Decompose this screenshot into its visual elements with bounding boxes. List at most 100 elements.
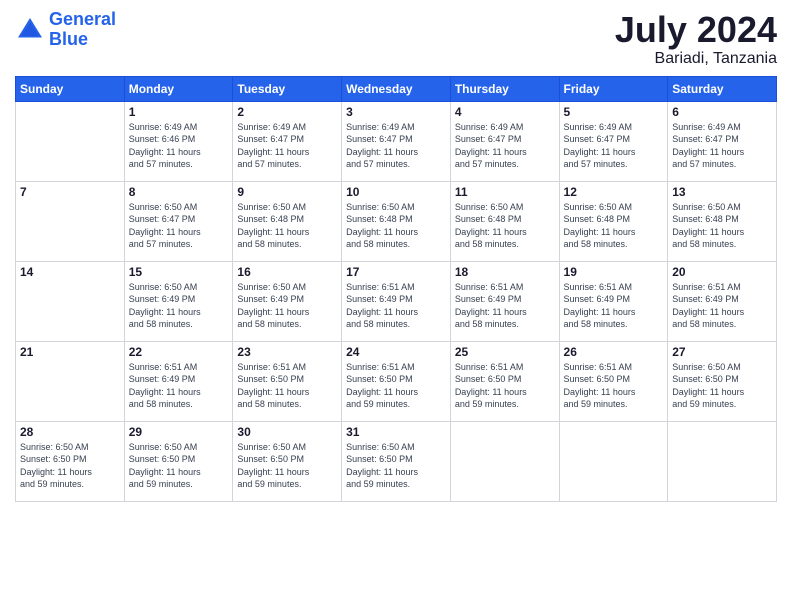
calendar-cell: 9 Sunrise: 6:50 AM Sunset: 6:48 PM Daylig… bbox=[233, 181, 342, 261]
day-number: 29 bbox=[129, 425, 229, 439]
calendar-cell: 1Sunrise: 6:49 AM Sunset: 6:46 PM Daylig… bbox=[124, 101, 233, 181]
calendar-cell bbox=[450, 421, 559, 501]
day-info: Sunrise: 6:51 AM Sunset: 6:49 PM Dayligh… bbox=[346, 281, 446, 331]
logo-text: General Blue bbox=[49, 10, 116, 50]
calendar-cell: 20Sunrise: 6:51 AM Sunset: 6:49 PM Dayli… bbox=[668, 261, 777, 341]
day-info: Sunrise: 6:50 AM Sunset: 6:48 PM Dayligh… bbox=[564, 201, 664, 251]
calendar-cell: 2 Sunrise: 6:49 AM Sunset: 6:47 PM Daylig… bbox=[233, 101, 342, 181]
calendar-cell: 12 Sunrise: 6:50 AM Sunset: 6:48 PM Dayli… bbox=[559, 181, 668, 261]
day-number: 9 bbox=[237, 185, 337, 199]
day-info: Sunrise: 6:50 AM Sunset: 6:48 PM Dayligh… bbox=[237, 201, 337, 251]
logo: General Blue bbox=[15, 10, 116, 50]
calendar-cell: 19 Sunrise: 6:51 AM Sunset: 6:49 PM Dayli… bbox=[559, 261, 668, 341]
day-info: Sunrise: 6:50 AM Sunset: 6:50 PM Dayligh… bbox=[20, 441, 120, 491]
calendar-cell: 14 bbox=[16, 261, 125, 341]
day-info: Sunrise: 6:50 AM Sunset: 6:50 PM Dayligh… bbox=[346, 441, 446, 491]
calendar-cell: 29 Sunrise: 6:50 AM Sunset: 6:50 PM Dayli… bbox=[124, 421, 233, 501]
day-number: 10 bbox=[346, 185, 446, 199]
day-info: Sunrise: 6:51 AM Sunset: 6:49 PM Dayligh… bbox=[455, 281, 555, 331]
day-info: Sunrise: 6:51 AM Sunset: 6:50 PM Dayligh… bbox=[346, 361, 446, 411]
calendar-cell: 5 Sunrise: 6:49 AM Sunset: 6:47 PM Daylig… bbox=[559, 101, 668, 181]
day-number: 5 bbox=[564, 105, 664, 119]
day-number: 16 bbox=[237, 265, 337, 279]
calendar-week-row-3: 14 15 Sunrise: 6:50 AM Sunset: 6:49 PM Day… bbox=[16, 261, 777, 341]
day-info: Sunrise: 6:49 AM Sunset: 6:47 PM Dayligh… bbox=[237, 121, 337, 171]
calendar-cell: 28 Sunrise: 6:50 AM Sunset: 6:50 PM Dayli… bbox=[16, 421, 125, 501]
calendar-cell: 27 Sunrise: 6:50 AM Sunset: 6:50 PM Dayli… bbox=[668, 341, 777, 421]
col-monday: Monday bbox=[124, 76, 233, 101]
title-block: July 2024 Bariadi, Tanzania bbox=[615, 10, 777, 68]
calendar-cell bbox=[16, 101, 125, 181]
calendar-cell: 30 Sunrise: 6:50 AM Sunset: 6:50 PM Dayli… bbox=[233, 421, 342, 501]
logo-icon bbox=[15, 15, 45, 45]
calendar-cell: 31 Sunrise: 6:50 AM Sunset: 6:50 PM Dayli… bbox=[342, 421, 451, 501]
day-number: 28 bbox=[20, 425, 120, 439]
day-number: 18 bbox=[455, 265, 555, 279]
calendar-week-row-5: 28 Sunrise: 6:50 AM Sunset: 6:50 PM Dayli… bbox=[16, 421, 777, 501]
day-number: 15 bbox=[129, 265, 229, 279]
logo-line1: General bbox=[49, 9, 116, 29]
day-number: 31 bbox=[346, 425, 446, 439]
calendar-week-row-4: 21 22 Sunrise: 6:51 AM Sunset: 6:49 PM Day… bbox=[16, 341, 777, 421]
day-number: 6 bbox=[672, 105, 772, 119]
day-number: 30 bbox=[237, 425, 337, 439]
col-sunday: Sunday bbox=[16, 76, 125, 101]
calendar-cell: 6 Sunrise: 6:49 AM Sunset: 6:47 PM Daylig… bbox=[668, 101, 777, 181]
day-info: Sunrise: 6:50 AM Sunset: 6:50 PM Dayligh… bbox=[237, 441, 337, 491]
calendar-cell: 25Sunrise: 6:51 AM Sunset: 6:50 PM Dayli… bbox=[450, 341, 559, 421]
calendar-week-row-2: 78 Sunrise: 6:50 AM Sunset: 6:47 PM Dayli… bbox=[16, 181, 777, 261]
calendar-cell: 23Sunrise: 6:51 AM Sunset: 6:50 PM Dayli… bbox=[233, 341, 342, 421]
day-info: Sunrise: 6:50 AM Sunset: 6:50 PM Dayligh… bbox=[672, 361, 772, 411]
day-info: Sunrise: 6:50 AM Sunset: 6:48 PM Dayligh… bbox=[455, 201, 555, 251]
day-number: 13 bbox=[672, 185, 772, 199]
day-info: Sunrise: 6:51 AM Sunset: 6:50 PM Dayligh… bbox=[237, 361, 337, 411]
day-info: Sunrise: 6:50 AM Sunset: 6:47 PM Dayligh… bbox=[129, 201, 229, 251]
day-number: 24 bbox=[346, 345, 446, 359]
day-number: 7 bbox=[20, 185, 120, 199]
page: General Blue July 2024 Bariadi, Tanzania… bbox=[0, 0, 792, 612]
day-number: 17 bbox=[346, 265, 446, 279]
day-info: Sunrise: 6:49 AM Sunset: 6:47 PM Dayligh… bbox=[564, 121, 664, 171]
day-info: Sunrise: 6:51 AM Sunset: 6:49 PM Dayligh… bbox=[564, 281, 664, 331]
day-info: Sunrise: 6:49 AM Sunset: 6:47 PM Dayligh… bbox=[455, 121, 555, 171]
logo-line2: Blue bbox=[49, 29, 88, 49]
month-year: July 2024 bbox=[615, 10, 777, 50]
day-number: 27 bbox=[672, 345, 772, 359]
day-info: Sunrise: 6:51 AM Sunset: 6:50 PM Dayligh… bbox=[564, 361, 664, 411]
day-number: 14 bbox=[20, 265, 120, 279]
day-info: Sunrise: 6:50 AM Sunset: 6:49 PM Dayligh… bbox=[237, 281, 337, 331]
calendar-cell: 16 Sunrise: 6:50 AM Sunset: 6:49 PM Dayli… bbox=[233, 261, 342, 341]
day-info: Sunrise: 6:49 AM Sunset: 6:47 PM Dayligh… bbox=[672, 121, 772, 171]
calendar-cell: 10 Sunrise: 6:50 AM Sunset: 6:48 PM Dayli… bbox=[342, 181, 451, 261]
day-number: 26 bbox=[564, 345, 664, 359]
calendar-cell: 24 Sunrise: 6:51 AM Sunset: 6:50 PM Dayli… bbox=[342, 341, 451, 421]
calendar-cell: 8 Sunrise: 6:50 AM Sunset: 6:47 PM Daylig… bbox=[124, 181, 233, 261]
day-info: Sunrise: 6:51 AM Sunset: 6:49 PM Dayligh… bbox=[129, 361, 229, 411]
calendar-cell: 13Sunrise: 6:50 AM Sunset: 6:48 PM Dayli… bbox=[668, 181, 777, 261]
header: General Blue July 2024 Bariadi, Tanzania bbox=[15, 10, 777, 68]
day-number: 22 bbox=[129, 345, 229, 359]
day-number: 19 bbox=[564, 265, 664, 279]
calendar-cell: 17 Sunrise: 6:51 AM Sunset: 6:49 PM Dayli… bbox=[342, 261, 451, 341]
day-number: 12 bbox=[564, 185, 664, 199]
col-friday: Friday bbox=[559, 76, 668, 101]
calendar-cell: 22 Sunrise: 6:51 AM Sunset: 6:49 PM Dayli… bbox=[124, 341, 233, 421]
day-number: 3 bbox=[346, 105, 446, 119]
day-info: Sunrise: 6:49 AM Sunset: 6:46 PM Dayligh… bbox=[129, 121, 229, 171]
day-info: Sunrise: 6:50 AM Sunset: 6:50 PM Dayligh… bbox=[129, 441, 229, 491]
day-number: 8 bbox=[129, 185, 229, 199]
day-number: 2 bbox=[237, 105, 337, 119]
calendar-cell: 18 Sunrise: 6:51 AM Sunset: 6:49 PM Dayli… bbox=[450, 261, 559, 341]
calendar-cell: 11Sunrise: 6:50 AM Sunset: 6:48 PM Dayli… bbox=[450, 181, 559, 261]
day-number: 25 bbox=[455, 345, 555, 359]
calendar-cell: 3Sunrise: 6:49 AM Sunset: 6:47 PM Daylig… bbox=[342, 101, 451, 181]
day-info: Sunrise: 6:50 AM Sunset: 6:48 PM Dayligh… bbox=[346, 201, 446, 251]
day-info: Sunrise: 6:50 AM Sunset: 6:49 PM Dayligh… bbox=[129, 281, 229, 331]
calendar-cell: 21 bbox=[16, 341, 125, 421]
day-number: 20 bbox=[672, 265, 772, 279]
calendar-cell bbox=[668, 421, 777, 501]
col-saturday: Saturday bbox=[668, 76, 777, 101]
col-wednesday: Wednesday bbox=[342, 76, 451, 101]
calendar-cell: 4Sunrise: 6:49 AM Sunset: 6:47 PM Daylig… bbox=[450, 101, 559, 181]
calendar-header-row: Sunday Monday Tuesday Wednesday Thursday… bbox=[16, 76, 777, 101]
